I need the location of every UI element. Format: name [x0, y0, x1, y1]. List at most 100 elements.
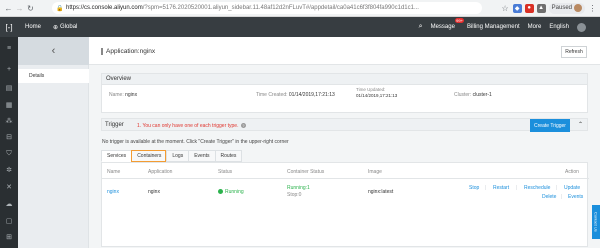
overview-updated: Time Updated: 01/14/2019,17:21:13	[356, 87, 397, 98]
column-header-status: Status	[218, 169, 233, 175]
service-application: nginx	[148, 189, 160, 195]
user-avatar[interactable]	[577, 22, 586, 32]
running-status-icon	[218, 189, 223, 194]
shield-icon[interactable]: ⛉	[5, 150, 13, 158]
action-separator: |	[556, 185, 558, 191]
info-icon[interactable]: ?	[240, 123, 246, 128]
tools-icon[interactable]: ✕	[5, 183, 13, 191]
page-title: Application:nginx	[101, 48, 155, 55]
database-icon[interactable]: ▦	[5, 101, 13, 109]
column-header-action: Action	[565, 169, 579, 175]
tab-routes[interactable]: Routes	[214, 150, 243, 162]
tab-services[interactable]: Services	[101, 150, 132, 162]
url-host: https://cs.console.aliyun.com	[66, 5, 143, 11]
billing-link[interactable]: Billing Management	[467, 24, 520, 30]
column-header-container-status: Container Status	[287, 169, 325, 175]
menu-dots-icon[interactable]: ⋮	[588, 4, 597, 13]
column-header-name: Name	[107, 169, 121, 175]
address-bar[interactable]: 🔒 https://cs.console.aliyun.com/?spm=517…	[52, 2, 482, 14]
sidebar-item-details[interactable]: Details	[18, 69, 89, 83]
secondary-sidebar: ‹ Details	[18, 37, 89, 248]
cluster-label: Cluster:	[454, 92, 472, 98]
forward-arrow-icon[interactable]: →	[14, 3, 25, 14]
trigger-bar: Trigger 1. You can only have one of each…	[101, 118, 588, 132]
profile-button[interactable]: Paused	[548, 2, 585, 14]
page-header: Application:nginx Refresh	[89, 37, 600, 65]
extension-icon[interactable]: ▲	[536, 3, 546, 13]
server-icon[interactable]: ▤	[5, 84, 13, 92]
logo-icon[interactable]: [-]	[0, 17, 18, 37]
refresh-button[interactable]: Refresh	[561, 46, 587, 58]
region-selector[interactable]: Global	[60, 24, 77, 30]
overview-name: Name: nginx	[109, 92, 137, 98]
chevron-up-icon[interactable]: ⌃	[578, 121, 583, 128]
more-menu[interactable]: More	[528, 24, 542, 30]
restart-action[interactable]: Restart	[493, 185, 509, 191]
name-value: nginx	[125, 92, 138, 98]
lock-icon: 🔒	[56, 5, 64, 12]
create-trigger-button[interactable]: Create Trigger	[530, 119, 570, 132]
back-arrow-icon[interactable]: ←	[3, 3, 14, 14]
language-selector[interactable]: English	[549, 24, 569, 30]
back-button[interactable]: ‹	[18, 37, 89, 65]
message-label: Message	[430, 24, 455, 30]
browser-toolbar: ← → ↻ 🔒 https://cs.console.aliyun.com/?s…	[0, 0, 600, 17]
services-table: Name Application Status Container Status…	[101, 162, 589, 247]
table-divider	[102, 178, 589, 179]
service-status: Running	[218, 189, 244, 195]
action-separator: |	[516, 185, 518, 191]
service-name-link[interactable]: nginx	[107, 189, 119, 195]
container-stopped: Stop:0	[287, 192, 302, 198]
action-separator: |	[485, 185, 487, 191]
home-link[interactable]: Home	[25, 24, 41, 30]
overview-panel: Overview Name: nginx Time Created: 01/14…	[101, 73, 588, 113]
overview-heading: Overview	[102, 74, 587, 85]
plus-icon[interactable]: +	[5, 65, 13, 73]
tab-events[interactable]: Events	[188, 150, 215, 162]
extension-icon[interactable]: ●	[524, 3, 534, 13]
action-separator: |	[561, 194, 563, 200]
detail-tabs: Services Containers Logs Events Routes	[101, 150, 243, 162]
column-header-image: Image	[368, 169, 382, 175]
cloud-icon[interactable]: ☁	[5, 200, 13, 208]
menu-icon[interactable]: ≡	[5, 44, 13, 52]
updated-value: 01/14/2019,17:21:13	[356, 92, 398, 98]
update-action[interactable]: Update	[564, 185, 580, 191]
main-content: Application:nginx Refresh Overview Name:…	[89, 37, 600, 248]
name-label: Name:	[109, 92, 124, 98]
network-icon[interactable]: ⁂	[5, 117, 13, 125]
star-icon[interactable]: ☆	[501, 4, 510, 13]
column-header-application: Application	[148, 169, 173, 175]
apps-icon[interactable]: ⊞	[5, 233, 13, 241]
message-link[interactable]: Message 99+	[430, 18, 464, 30]
url-path: /?spm=5176.2020520001.aliyun_sidebar.11.…	[142, 5, 419, 11]
events-action[interactable]: Events	[568, 194, 583, 200]
trigger-label: Trigger	[105, 122, 124, 128]
reload-icon[interactable]: ↻	[25, 3, 36, 14]
stop-action[interactable]: Stop	[469, 185, 479, 191]
delete-action[interactable]: Delete	[542, 194, 556, 200]
no-trigger-message: No trigger is available at the moment. C…	[102, 139, 289, 145]
monitor-icon[interactable]: ▢	[5, 217, 13, 225]
tab-logs[interactable]: Logs	[166, 150, 189, 162]
profile-status: Paused	[551, 5, 572, 11]
service-image: nginx:latest	[368, 189, 394, 195]
gear-icon[interactable]: ✲	[5, 166, 13, 174]
overview-created: Time Created: 01/14/2019,17:21:13	[256, 92, 335, 98]
extension-icon[interactable]: ◆	[512, 3, 522, 13]
service-status-text: Running	[225, 189, 244, 195]
avatar	[574, 4, 582, 12]
trigger-warning-text: 1. You can only have one of each trigger…	[137, 123, 239, 129]
product-nav-rail: ≡ + ▤ ▦ ⁂ ⊟ ⛉ ✲ ✕ ☁ ▢ ⊞	[0, 37, 18, 248]
reschedule-action[interactable]: Reschedule	[524, 185, 550, 191]
console-topbar: [-] Home ⊕ Global ⌕ Message 99+ Billing …	[0, 17, 600, 37]
search-icon[interactable]: ⌕	[419, 23, 423, 31]
storage-icon[interactable]: ⊟	[5, 133, 13, 141]
cluster-value: cluster-1	[472, 92, 492, 98]
globe-icon: ⊕	[53, 24, 59, 31]
contact-us-tab[interactable]: Contact Us	[592, 205, 600, 239]
overview-cluster: Cluster: cluster-1	[454, 92, 492, 98]
tab-containers[interactable]: Containers	[131, 150, 167, 162]
container-running-link[interactable]: Running:1	[287, 185, 310, 191]
created-value: 01/14/2019,17:21:13	[288, 92, 335, 98]
